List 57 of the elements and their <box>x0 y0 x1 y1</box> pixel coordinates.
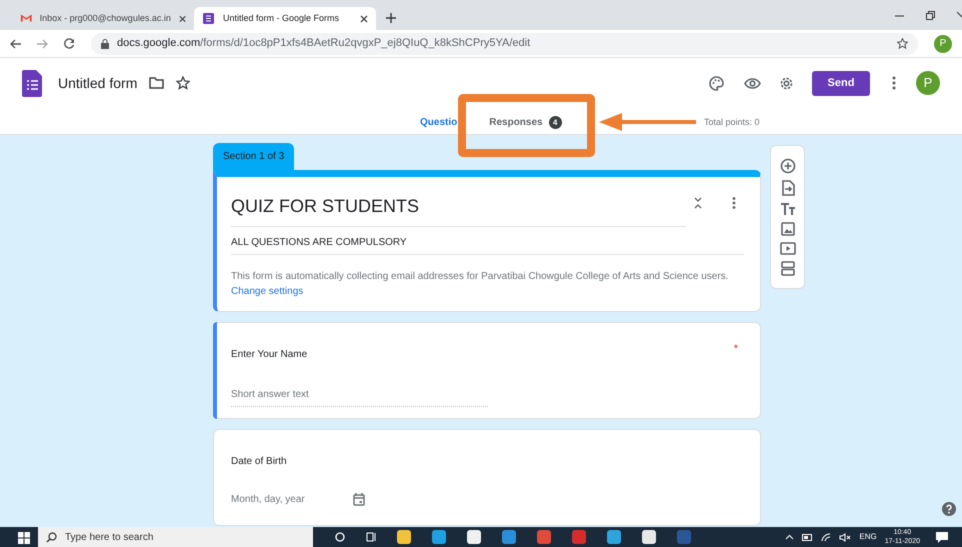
form-heading[interactable]: QUIZ FOR STUDENTS <box>231 193 686 227</box>
battery-icon[interactable] <box>802 534 814 540</box>
collapse-icon[interactable] <box>694 197 702 209</box>
send-button[interactable]: Send <box>812 70 870 96</box>
forms-icon <box>202 12 215 25</box>
more-icon[interactable] <box>732 197 736 209</box>
new-tab-icon[interactable] <box>386 13 396 23</box>
notification-icon[interactable] <box>936 532 948 542</box>
task-view-icon[interactable] <box>366 532 376 542</box>
eye-icon[interactable] <box>744 78 761 88</box>
star-icon[interactable] <box>176 76 190 90</box>
restore-icon[interactable] <box>926 11 935 20</box>
help-icon[interactable] <box>942 502 956 516</box>
total-points: Total points: 0 <box>704 116 760 129</box>
question-title[interactable]: Enter Your Name <box>231 347 308 362</box>
browser-tab[interactable]: Untitled form - Google Forms <box>194 7 376 30</box>
date-field: Month, day, year <box>231 492 305 507</box>
taskbar-search-field[interactable]: Type here to search <box>38 527 313 547</box>
add-icon[interactable] <box>780 158 796 174</box>
address-bar[interactable]: docs.google.com/forms/d/1oc8pP1xfs4BAetRu2qvgxP_ej8QIuQ_k8kShCPry5YA/edit <box>91 32 918 54</box>
reload-icon[interactable] <box>64 38 75 49</box>
text-icon[interactable] <box>780 202 796 216</box>
import-icon[interactable] <box>780 180 794 196</box>
browser-tab[interactable]: Inbox - prg000@chowgules.ac.in <box>12 7 194 30</box>
cortana-icon[interactable] <box>335 532 345 542</box>
lock-icon <box>101 38 109 48</box>
form-title[interactable]: Untitled form <box>58 72 138 94</box>
question-card[interactable]: Enter Your Name * Short answer text <box>213 322 761 419</box>
wifi-icon[interactable] <box>821 532 832 542</box>
more-icon[interactable] <box>892 76 896 90</box>
change-settings-link[interactable]: Change settings <box>231 286 304 297</box>
speaker-muted-icon[interactable] <box>839 532 852 542</box>
question-title[interactable]: Date of Birth <box>231 454 287 469</box>
image-icon[interactable] <box>780 222 794 236</box>
search-icon <box>46 532 57 542</box>
forms-logo-icon[interactable] <box>22 70 42 96</box>
close-icon[interactable] <box>360 14 368 22</box>
close-icon[interactable] <box>178 14 186 22</box>
close-icon[interactable] <box>957 11 962 20</box>
question-card[interactable]: Date of Birth Month, day, year <box>213 429 761 526</box>
section-icon[interactable] <box>780 261 794 276</box>
response-count: 4 <box>548 116 562 129</box>
short-answer-field: Short answer text <box>231 387 488 407</box>
url-text[interactable]: docs.google.com/forms/d/1oc8pP1xfs4BAetRu2qvgxP_ej8QIuQ_k8kShCPry5YA/edit <box>117 35 889 52</box>
settings-icon[interactable] <box>779 76 794 90</box>
back-icon[interactable] <box>10 38 21 48</box>
email-notice: This form is automatically collecting email addresses for Parvatibai Chowgule College of Arts and Science users. Change settings <box>231 270 730 299</box>
section-tab[interactable]: Section 1 of 3 <box>213 143 294 170</box>
form-description[interactable]: ALL QUESTIONS ARE COMPULSORY <box>231 227 744 255</box>
palette-icon[interactable] <box>709 76 724 90</box>
video-icon[interactable] <box>780 242 796 255</box>
language-indicator[interactable]: ENG <box>859 531 877 543</box>
chevron-up-icon[interactable] <box>785 534 794 540</box>
required-mark: * <box>734 342 738 357</box>
star-icon[interactable] <box>897 38 908 49</box>
calendar-icon <box>352 493 365 506</box>
windows-icon[interactable] <box>18 532 30 544</box>
